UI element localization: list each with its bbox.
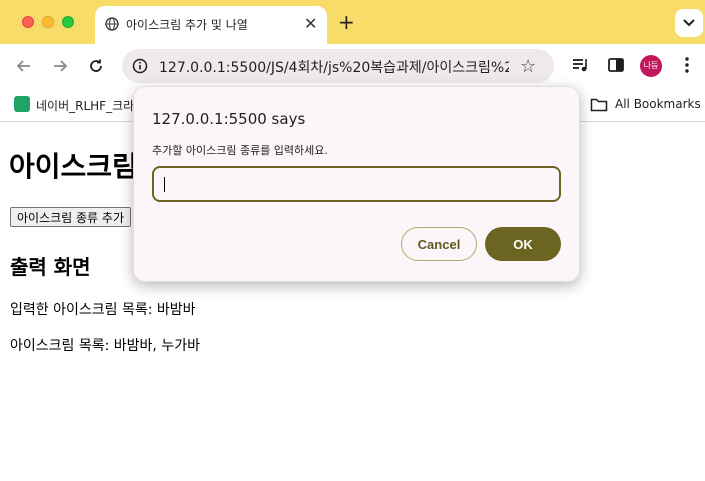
ok-button[interactable]: OK xyxy=(485,227,561,261)
active-tab[interactable]: 아이스크림 추가 및 나열 ✕ xyxy=(95,6,327,44)
profile-avatar[interactable]: 나듬 xyxy=(640,55,662,77)
cancel-button[interactable]: Cancel xyxy=(401,227,477,261)
address-bar[interactable]: 127.0.0.1:5500/JS/4회차/js%20복습과제/아이스크림%2.… xyxy=(122,49,554,83)
icecream-list-text: 아이스크림 목록: 바밤바, 누가바 xyxy=(10,338,200,354)
all-bookmarks-link[interactable]: All Bookmarks xyxy=(615,97,701,111)
back-icon[interactable] xyxy=(14,56,34,76)
prompt-dialog: 127.0.0.1:5500 says 추가할 아이스크림 종류를 입력하세요.… xyxy=(133,86,580,282)
tab-search-button[interactable] xyxy=(675,9,703,37)
bookmark-item[interactable]: 네이버_RLHF_크라 xyxy=(36,97,134,114)
more-menu-icon[interactable] xyxy=(680,56,694,74)
tab-strip: 아이스크림 추가 및 나열 ✕ + xyxy=(0,0,705,44)
new-tab-button[interactable]: + xyxy=(338,10,355,34)
close-tab-icon[interactable]: ✕ xyxy=(304,14,317,33)
dialog-origin: 127.0.0.1:5500 says xyxy=(152,110,306,128)
bookmark-star-icon[interactable]: ☆ xyxy=(520,56,536,77)
site-info-icon[interactable] xyxy=(132,58,148,74)
chevron-down-icon xyxy=(683,19,695,27)
output-heading: 출력 화면 xyxy=(10,255,91,279)
maximize-window-button[interactable] xyxy=(62,16,74,28)
globe-icon xyxy=(105,17,119,31)
url-text[interactable]: 127.0.0.1:5500/JS/4회차/js%20복습과제/아이스크림%2.… xyxy=(159,57,509,77)
entered-icecream-text: 입력한 아이스크림 목록: 바밤바 xyxy=(10,302,196,318)
sheets-icon xyxy=(14,96,30,112)
folder-icon xyxy=(590,98,608,112)
forward-icon[interactable] xyxy=(50,56,70,76)
prompt-input[interactable] xyxy=(152,166,561,202)
add-icecream-button[interactable]: 아이스크림 종류 추가 xyxy=(10,207,131,227)
side-panel-icon[interactable] xyxy=(607,56,625,74)
close-window-button[interactable] xyxy=(22,16,34,28)
page-title: 아이스크림 xyxy=(9,150,138,183)
text-caret xyxy=(164,177,165,192)
minimize-window-button[interactable] xyxy=(42,16,54,28)
dialog-message: 추가할 아이스크림 종류를 입력하세요. xyxy=(152,144,328,157)
tab-title: 아이스크림 추가 및 나열 xyxy=(126,18,248,32)
reading-list-icon[interactable] xyxy=(571,56,589,74)
reload-icon[interactable] xyxy=(86,56,106,76)
browser-toolbar: 127.0.0.1:5500/JS/4회차/js%20복습과제/아이스크림%2.… xyxy=(0,44,705,88)
